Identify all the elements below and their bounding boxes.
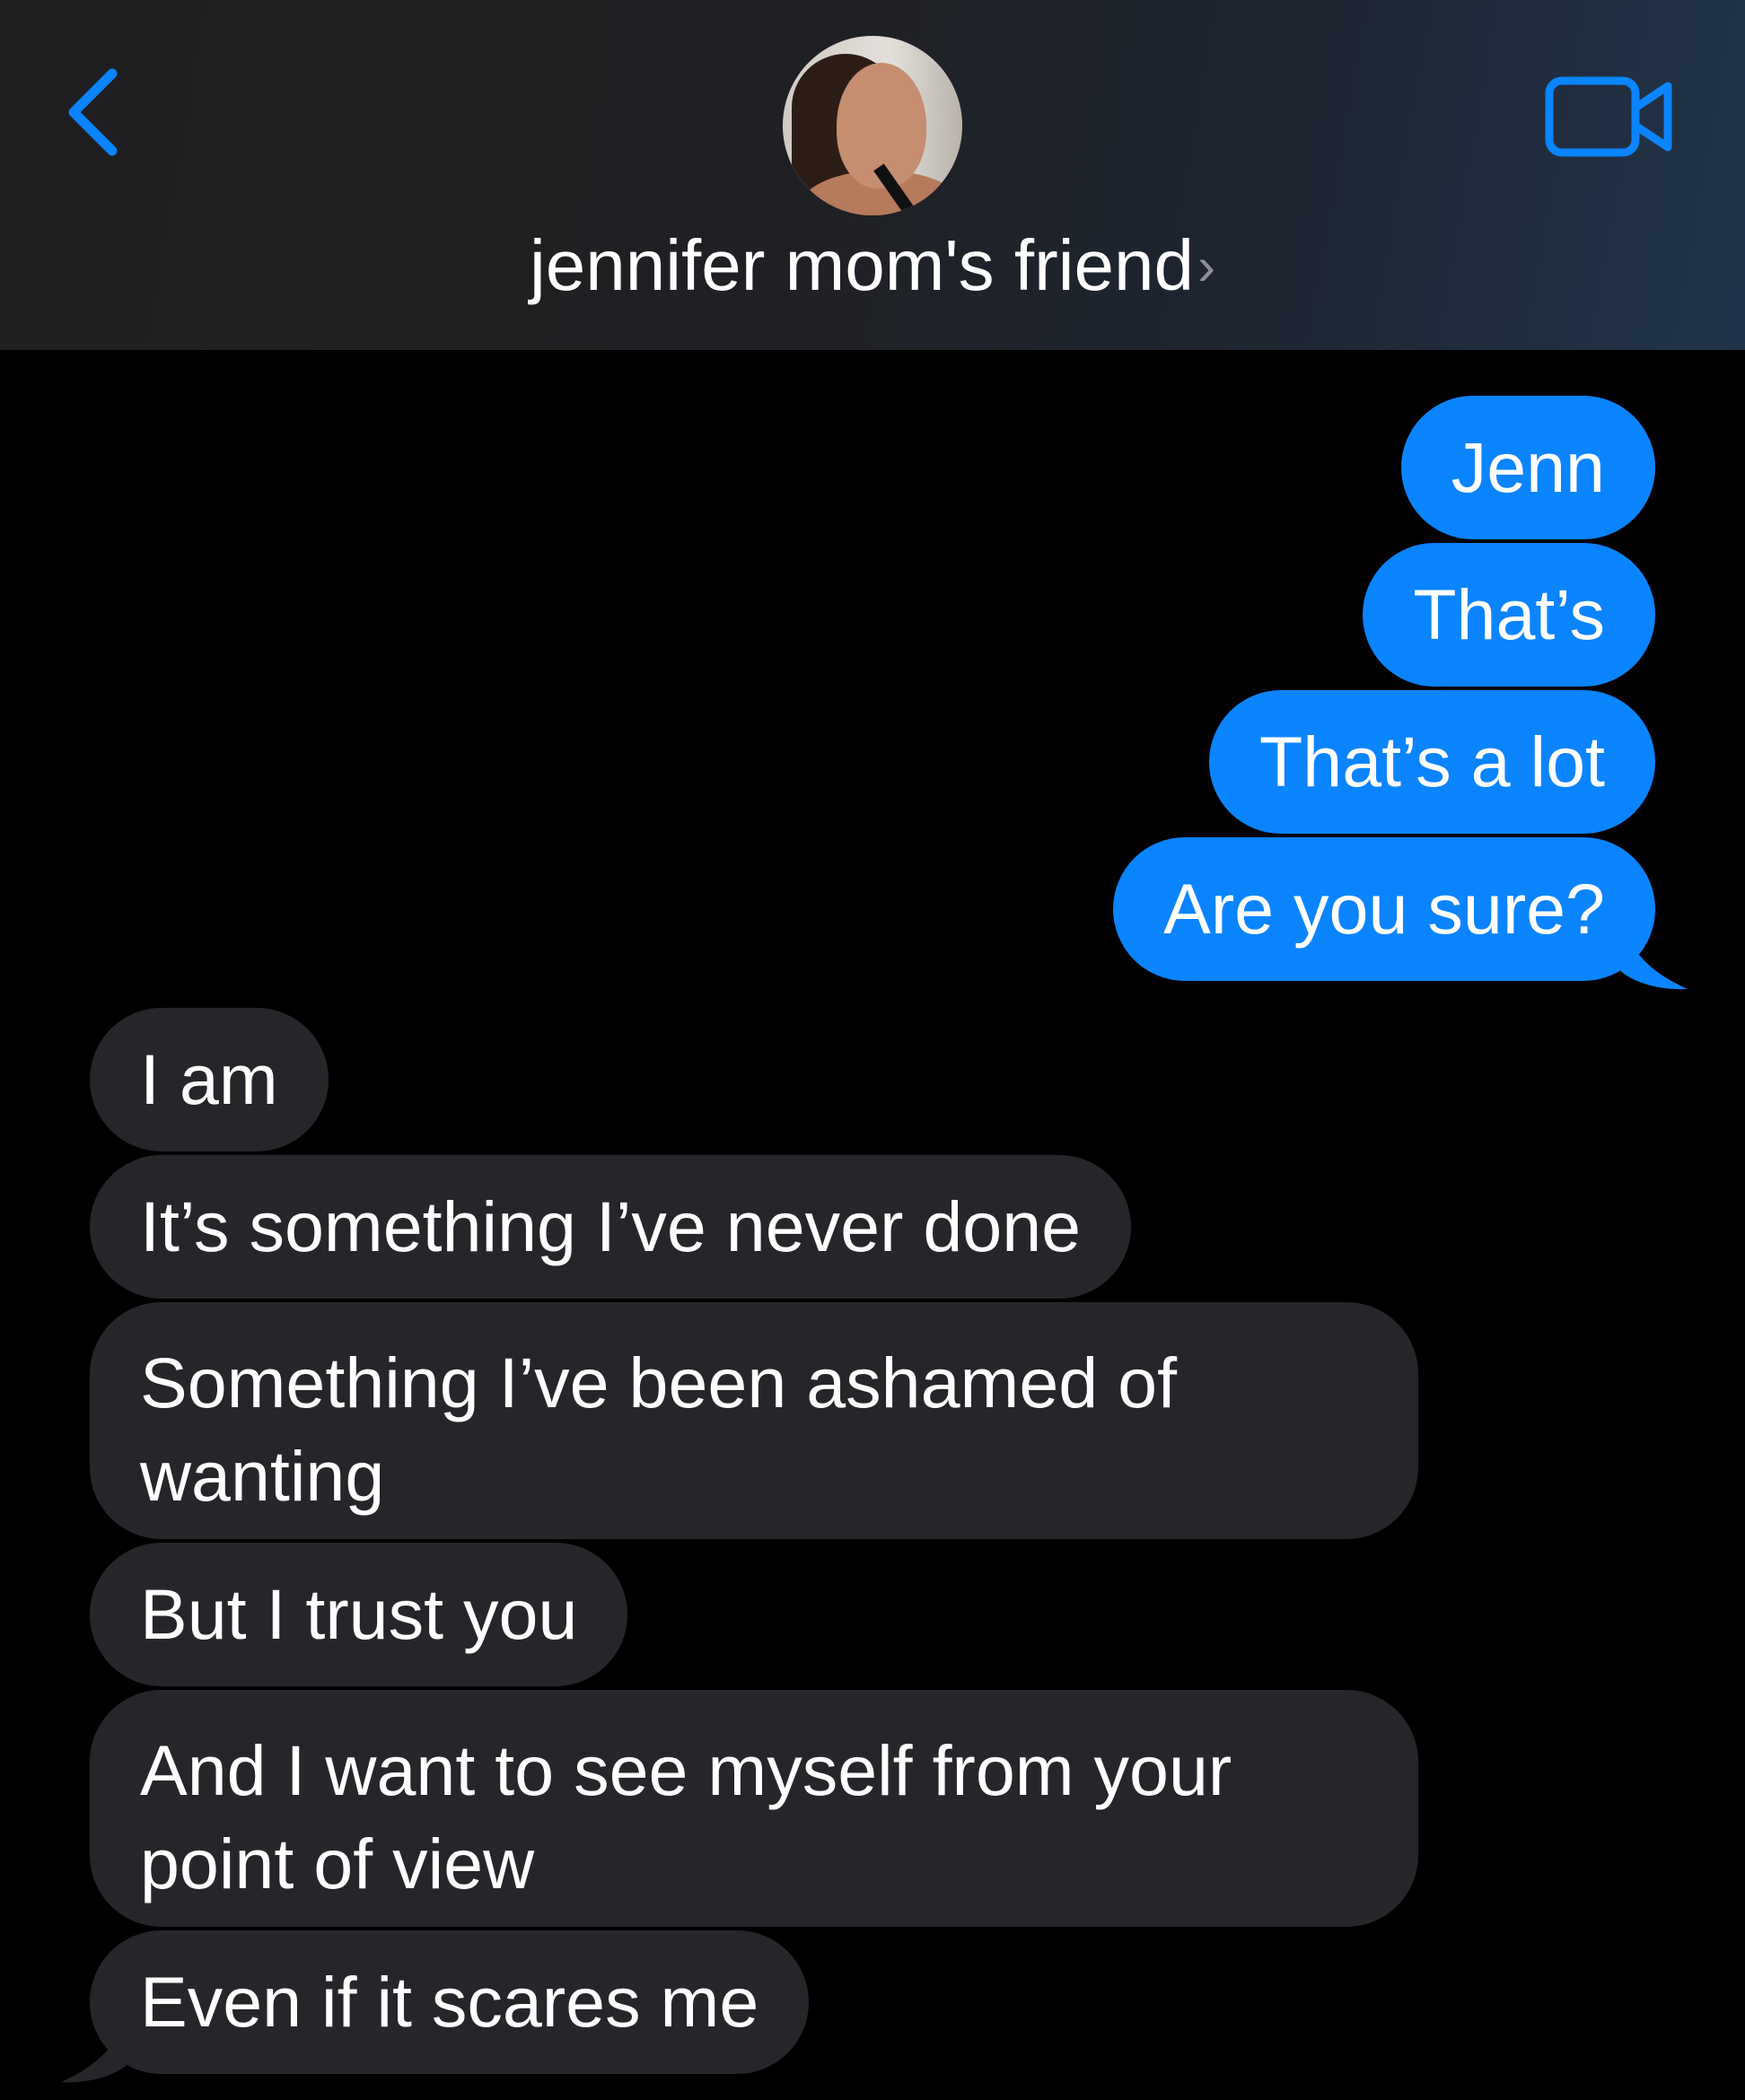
contact-name: jennifer mom's friend [530, 225, 1194, 305]
contact-name-button[interactable]: jennifer mom's friend› [0, 224, 1745, 307]
message-thread[interactable]: Jenn That’s That’s a lot Are you sure? I… [0, 350, 1745, 2100]
back-button[interactable] [54, 54, 135, 171]
outgoing-message[interactable]: Are you sure? [1113, 837, 1655, 981]
outgoing-message[interactable]: That’s [1363, 543, 1655, 687]
outgoing-message[interactable]: That’s a lot [1209, 690, 1655, 834]
incoming-message[interactable]: But I trust you [90, 1543, 628, 1686]
message-text: Jenn [1451, 427, 1605, 507]
message-text: That’s a lot [1259, 722, 1605, 801]
message-text: And I want to see myself from your point… [140, 1730, 1232, 1903]
message-text: It’s something I’ve never done [140, 1186, 1082, 1266]
facetime-video-button[interactable] [1542, 72, 1677, 162]
incoming-message[interactable]: Something I’ve been ashamed of wanting [90, 1302, 1418, 1539]
message-text: But I trust you [140, 1574, 578, 1654]
message-text: Are you sure? [1163, 869, 1605, 949]
message-text: Even if it scares me [140, 1962, 759, 2042]
contact-avatar[interactable] [783, 36, 962, 215]
incoming-bubble-tail [61, 1999, 133, 2083]
incoming-message[interactable]: It’s something I’ve never done [90, 1155, 1132, 1299]
message-text: Something I’ve been ashamed of wanting [140, 1343, 1178, 1516]
incoming-message[interactable]: And I want to see myself from your point… [90, 1690, 1418, 1927]
chevron-left-icon [68, 68, 118, 156]
chevron-right-icon: › [1197, 236, 1215, 296]
message-text: That’s [1413, 574, 1605, 654]
outgoing-message[interactable]: Jenn [1400, 396, 1655, 539]
outgoing-bubble-tail [1616, 906, 1688, 990]
conversation-header: jennifer mom's friend› [0, 0, 1745, 350]
video-camera-icon [1545, 76, 1672, 157]
incoming-message[interactable]: Even if it scares me [90, 1930, 810, 2074]
message-text: I am [140, 1039, 278, 1119]
messages-screen: jennifer mom's friend› Jenn That’s That’… [0, 0, 1745, 2100]
incoming-message[interactable]: I am [90, 1008, 329, 1151]
